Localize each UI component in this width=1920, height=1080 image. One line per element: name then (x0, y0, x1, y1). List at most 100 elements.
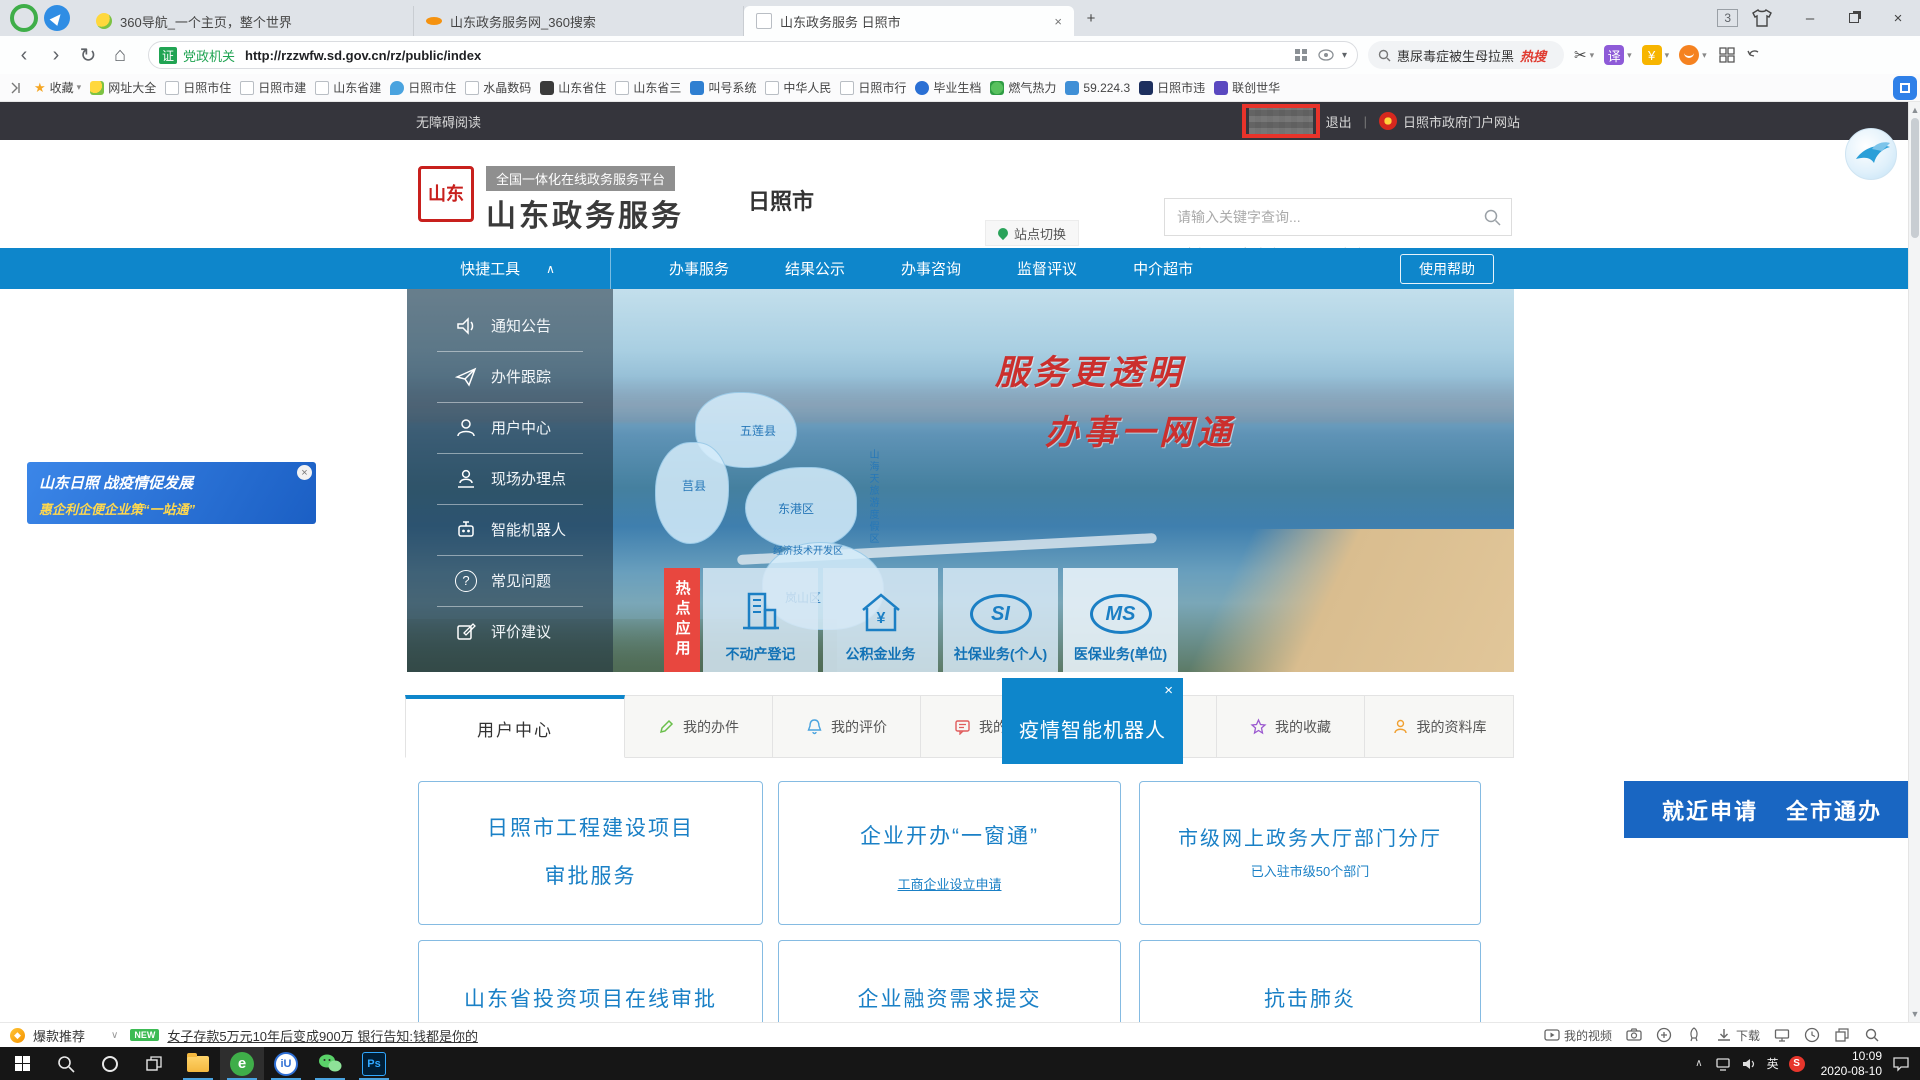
bookmark-item[interactable]: 毕业生档 (915, 79, 981, 96)
collapse-icon[interactable]: ∨ (111, 1030, 118, 1041)
card-construction-approval[interactable]: 日照市工程建设项目 审批服务 (418, 781, 763, 925)
forward-button[interactable]: › (40, 39, 72, 71)
network-icon[interactable] (1715, 1057, 1731, 1071)
page-scrollbar[interactable]: ▲ ▼ (1908, 102, 1920, 1022)
grid-view-icon[interactable] (1294, 48, 1308, 62)
url-dropdown-icon[interactable]: ▾ (1342, 50, 1347, 61)
session-count-badge[interactable]: 3 (1717, 9, 1738, 27)
screenshot-tool[interactable]: ✂ ▾ (1574, 46, 1594, 64)
bookmark-item[interactable]: 网址大全 (90, 79, 156, 96)
card-investment-approval[interactable]: 山东省投资项目在线审批 (418, 940, 763, 1022)
url-box[interactable]: 证 党政机关 http://rzzwfw.sd.gov.cn/rz/public… (148, 41, 1358, 69)
my-video-label[interactable]: 我的视频 (1564, 1027, 1612, 1044)
scroll-down-icon[interactable]: ▼ (1909, 1009, 1920, 1019)
sidebar-item-feedback[interactable]: 评价建议 (407, 606, 613, 657)
bookmark-item[interactable]: 山东省建 (315, 79, 381, 96)
keyword-search-input[interactable] (1175, 208, 1484, 226)
tray-expand-icon[interactable]: ∧ (1695, 1058, 1702, 1069)
new-tab-button[interactable]: + (1074, 3, 1108, 33)
file-explorer-icon[interactable] (176, 1047, 220, 1080)
my-video-icon[interactable] (1544, 1027, 1560, 1043)
help-button[interactable]: 使用帮助 (1400, 254, 1494, 284)
restore-button[interactable] (1832, 3, 1876, 33)
iu-app-icon[interactable]: iU (264, 1047, 308, 1080)
nav-item-banshi[interactable]: 办事服务 (669, 258, 729, 279)
dropdown-icon[interactable]: ▾ (1702, 50, 1707, 61)
tab-my-favorites[interactable]: 我的收藏 (1217, 695, 1365, 758)
apps-grid-icon[interactable] (1719, 47, 1735, 63)
rebate-tool[interactable]: ¥ ▾ (1642, 45, 1670, 65)
sidebar-item-robot[interactable]: 智能机器人 (407, 504, 613, 555)
search-icon[interactable] (1484, 209, 1501, 226)
bookmark-item[interactable]: 叫号系统 (690, 79, 756, 96)
nav-item-jiandu[interactable]: 监督评议 (1017, 258, 1077, 279)
bookmark-item[interactable]: 山东省住 (540, 79, 606, 96)
card-business-open[interactable]: 企业开办“一窗通” 工商企业设立申请 (778, 781, 1121, 925)
accessibility-link[interactable]: 无障碍阅读 (416, 112, 481, 131)
tab-user-center[interactable]: 用户中心 (405, 695, 625, 758)
scroll-up-icon[interactable]: ▲ (1909, 105, 1920, 115)
card-financing-demand[interactable]: 企业融资需求提交 (778, 940, 1121, 1022)
taskbar-clock[interactable]: 10:09 2020-08-10 (1821, 1049, 1882, 1079)
bookmark-item[interactable]: 中华人民 (765, 79, 831, 96)
nav-quick-tools[interactable]: 快捷工具 ∧ (405, 248, 611, 289)
sidebar-item-notice[interactable]: 通知公告 (407, 300, 613, 351)
download-icon[interactable] (1716, 1027, 1732, 1043)
bookmark-item[interactable]: 日照市住 (390, 79, 456, 96)
monitor-icon[interactable] (1774, 1027, 1790, 1043)
epidemic-robot-overlay[interactable]: × 疫情智能机器人 (1002, 678, 1183, 764)
cortana-icon[interactable] (88, 1047, 132, 1080)
ad-close-icon[interactable]: × (297, 465, 312, 480)
bookmark-item[interactable]: 日照市行 (840, 79, 906, 96)
add-icon[interactable] (1656, 1027, 1672, 1043)
start-button[interactable] (0, 1047, 44, 1080)
browser-tab-1[interactable]: 360导航_一个主页，整个世界 (84, 6, 414, 36)
bookmark-item[interactable]: 日照市违 (1139, 79, 1205, 96)
favorites-menu[interactable]: ★ 收藏 ▾ (34, 79, 81, 96)
undo-arrow-icon[interactable] (1747, 48, 1765, 62)
game-center-tool[interactable]: ▾ (1679, 45, 1707, 65)
bookmark-item[interactable]: 日照市住 (165, 79, 231, 96)
browser-tab-active[interactable]: 山东政务服务 日照市 × (744, 6, 1074, 36)
translate-tool[interactable]: 译 ▾ (1604, 45, 1632, 65)
hot-app-medical-insurance[interactable]: MS 医保业务(单位) (1063, 568, 1178, 672)
scrollbar-thumb[interactable] (1911, 118, 1919, 238)
overlay-close-icon[interactable]: × (1164, 682, 1173, 699)
reader-eye-icon[interactable] (1318, 49, 1334, 61)
dropdown-icon[interactable]: ▾ (1665, 50, 1670, 61)
camera-icon[interactable] (1626, 1027, 1642, 1043)
portal-link[interactable]: 日照市政府门户网站 (1403, 112, 1520, 131)
nav-item-zixun[interactable]: 办事咨询 (901, 258, 961, 279)
quick-search-box[interactable]: 惠尿毒症被生母拉黑 热搜 (1368, 41, 1564, 69)
sidebar-item-faq[interactable]: ? 常见问题 (407, 555, 613, 606)
hot-app-fund[interactable]: ¥ 公积金业务 (823, 568, 938, 672)
compass-nav-icon[interactable] (44, 5, 70, 31)
sogou-input-icon[interactable]: S (1789, 1056, 1805, 1072)
history-clock-icon[interactable] (1804, 1027, 1820, 1043)
dropdown-icon[interactable]: ▾ (1590, 50, 1595, 61)
sidebar-item-onsite[interactable]: 现场办理点 (407, 453, 613, 504)
hot-app-social-insurance[interactable]: SI 社保业务(个人) (943, 568, 1058, 672)
notification-center-icon[interactable] (1892, 1056, 1910, 1072)
bookmark-item[interactable]: 山东省三 (615, 79, 681, 96)
card-fight-pneumonia[interactable]: 抗击肺炎 (1139, 940, 1481, 1022)
close-window-button[interactable]: × (1876, 3, 1920, 33)
keyword-search-box[interactable] (1164, 198, 1512, 236)
browser-logo-icon[interactable] (10, 4, 38, 32)
browser-tab-2[interactable]: 山东政务服务网_360搜索 (414, 6, 744, 36)
card-city-hall-branch[interactable]: 市级网上政务大厅部门分厅 已入驻市级50个部门 (1139, 781, 1481, 925)
tab-my-reviews[interactable]: 我的评价 (773, 695, 921, 758)
photoshop-icon[interactable]: Ps (352, 1047, 396, 1080)
bookmark-item[interactable]: 日照市建 (240, 79, 306, 96)
bookmark-item[interactable]: 燃气热力 (990, 79, 1056, 96)
sidebar-item-usercenter[interactable]: 用户中心 (407, 402, 613, 453)
nav-item-jieguo[interactable]: 结果公示 (785, 258, 845, 279)
tab-close-icon[interactable]: × (1054, 14, 1062, 29)
download-label[interactable]: 下载 (1736, 1027, 1760, 1044)
tab-my-items[interactable]: 我的办件 (625, 695, 773, 758)
bookmark-item[interactable]: 联创世华 (1214, 79, 1280, 96)
bookmark-item[interactable]: 水晶数码 (465, 79, 531, 96)
browser-360-icon[interactable]: e (220, 1047, 264, 1080)
hot-app-realestate[interactable]: 不动产登记 (703, 568, 818, 672)
dropdown-icon[interactable]: ▾ (1627, 50, 1632, 61)
